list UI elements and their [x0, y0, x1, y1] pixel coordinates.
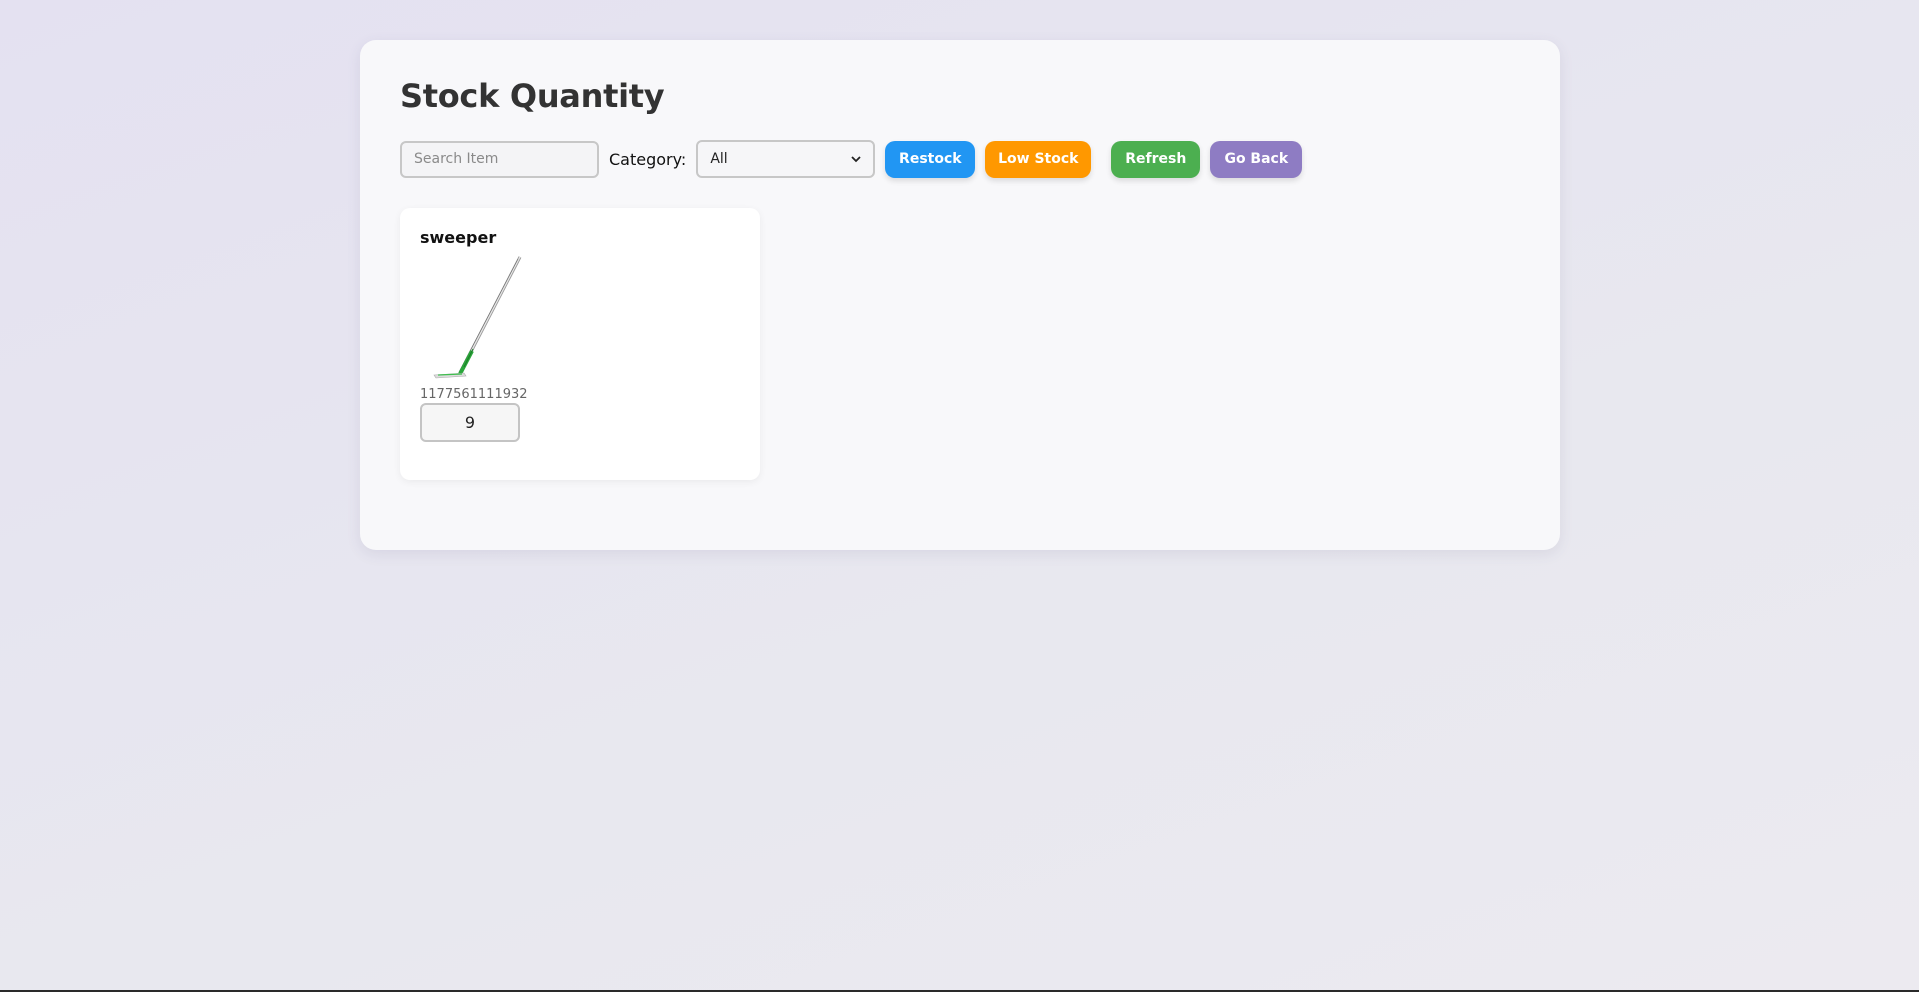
- category-selected-value: All: [710, 151, 728, 167]
- item-card: sweeper 1177561111932: [400, 208, 760, 480]
- category-label: Category:: [609, 149, 687, 169]
- item-code: 1177561111932: [420, 387, 528, 403]
- search-input[interactable]: [400, 140, 599, 178]
- sweeper-broom-icon: [433, 256, 522, 379]
- category-select[interactable]: All: [696, 140, 876, 178]
- low-stock-button[interactable]: Low Stock: [985, 140, 1092, 178]
- restock-button[interactable]: Restock: [885, 140, 976, 178]
- quantity-input[interactable]: [420, 403, 520, 443]
- chevron-down-icon: [851, 156, 861, 163]
- refresh-button[interactable]: Refresh: [1111, 140, 1201, 178]
- item-name: sweeper: [420, 228, 497, 247]
- go-back-button[interactable]: Go Back: [1210, 140, 1303, 178]
- toolbar: Category: All Restock Low Stock Refresh …: [400, 140, 1303, 178]
- page-title: Stock Quantity: [400, 77, 665, 115]
- stock-panel: Stock Quantity Category: All Restock Low…: [360, 40, 1560, 550]
